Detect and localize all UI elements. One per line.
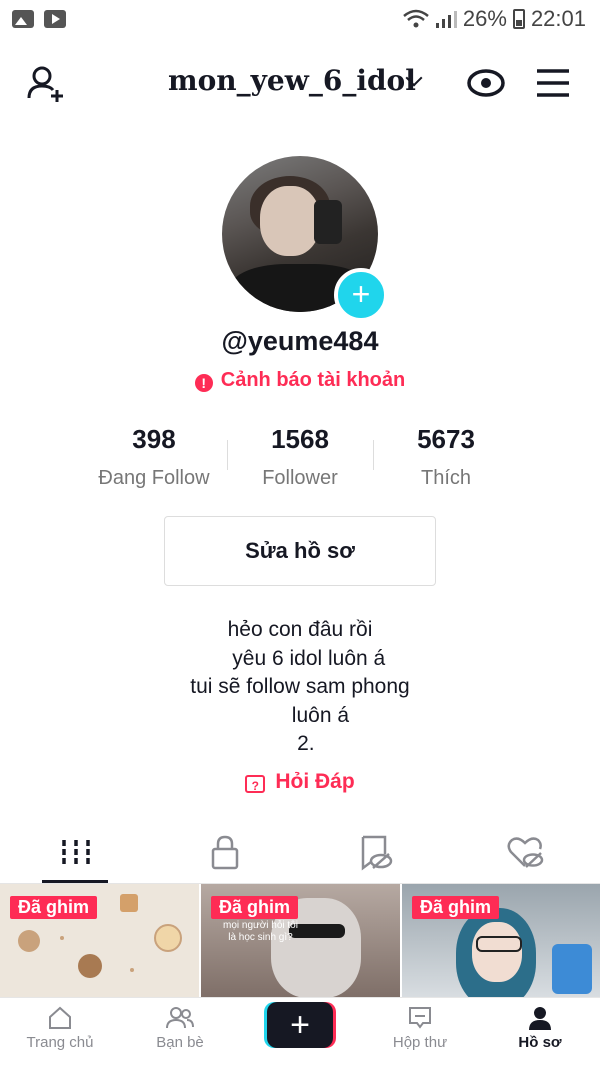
clock: 22:01 bbox=[530, 6, 586, 31]
battery-icon bbox=[512, 9, 525, 29]
bottom-nav: Trang chủ Bạn bè + Hộp thư Hồ sơ bbox=[0, 997, 600, 1068]
nav-inbox-label: Hộp thư bbox=[392, 1034, 448, 1051]
videos-grid-tab-icon[interactable] bbox=[56, 832, 96, 872]
account-warning-link[interactable]: ! Cảnh báo tài khoản bbox=[0, 369, 600, 392]
create-video-button[interactable]: + bbox=[264, 1002, 336, 1048]
signal-icon bbox=[435, 11, 457, 28]
home-icon bbox=[49, 1006, 71, 1029]
qa-link[interactable]: ? Hỏi Đáp bbox=[0, 770, 600, 794]
pinned-badge: Đã ghim bbox=[211, 896, 299, 919]
youtube-notification-icon bbox=[44, 10, 66, 28]
eye-icon[interactable] bbox=[466, 66, 506, 100]
menu-icon[interactable] bbox=[536, 68, 570, 98]
active-tab-indicator bbox=[42, 880, 108, 883]
pinned-badge: Đã ghim bbox=[412, 896, 500, 919]
account-warning-label: Cảnh báo tài khoản bbox=[220, 369, 406, 391]
nav-home-label: Trang chủ bbox=[26, 1034, 94, 1051]
add-friend-icon[interactable] bbox=[26, 64, 68, 104]
qa-label: Hỏi Đáp bbox=[275, 770, 355, 793]
nav-profile[interactable]: Hồ sơ bbox=[480, 1002, 600, 1051]
nav-inbox[interactable]: Hộp thư bbox=[360, 1002, 480, 1051]
hidden-bookmark-icon[interactable] bbox=[355, 832, 395, 872]
hidden-likes-icon[interactable] bbox=[505, 832, 545, 872]
followers-stat[interactable]: 1568 Follower bbox=[220, 424, 380, 490]
likes-label: Thích bbox=[420, 467, 472, 489]
inbox-icon bbox=[409, 1007, 431, 1029]
friends-icon bbox=[166, 1007, 194, 1029]
profile-bio: hẻo con đâu rồi yêu 6 idol luôn á tui sẽ… bbox=[190, 618, 410, 755]
likes-stat[interactable]: 5673 Thích bbox=[366, 424, 526, 490]
header-username: mon_yew_6_idol bbox=[168, 64, 416, 97]
add-avatar-button[interactable]: + bbox=[334, 268, 388, 322]
video-caption: mọi người hỏi tôi là học sinh gì? bbox=[223, 920, 298, 943]
lock-icon[interactable] bbox=[205, 832, 245, 872]
pinned-badge: Đã ghim bbox=[10, 896, 98, 919]
profile-icon bbox=[529, 1007, 551, 1030]
nav-profile-label: Hồ sơ bbox=[518, 1034, 562, 1051]
profile-handle: @yeume484 bbox=[221, 326, 379, 356]
followers-count: 1568 bbox=[271, 424, 329, 454]
following-stat[interactable]: 398 Đang Follow bbox=[74, 424, 234, 490]
question-icon: ? bbox=[245, 775, 266, 793]
followers-label: Follower bbox=[262, 467, 338, 489]
likes-count: 5673 bbox=[417, 424, 475, 454]
following-label: Đang Follow bbox=[98, 467, 210, 489]
nav-friends[interactable]: Bạn bè bbox=[120, 1002, 240, 1051]
video-thumbnail[interactable]: mọi người hỏi tôi là học sinh gì? Đã ghi… bbox=[201, 884, 400, 997]
video-thumbnail[interactable]: Đã ghim bbox=[0, 884, 199, 997]
edit-profile-button[interactable]: Sửa hồ sơ bbox=[164, 516, 436, 586]
plus-icon: + bbox=[267, 1002, 333, 1048]
following-count: 398 bbox=[132, 424, 176, 454]
warning-icon: ! bbox=[194, 374, 213, 392]
account-switcher[interactable]: mon_yew_6_idol bbox=[168, 64, 416, 97]
gallery-notification-icon bbox=[12, 10, 34, 28]
video-thumbnail[interactable]: Đã ghim bbox=[402, 884, 600, 997]
nav-home[interactable]: Trang chủ bbox=[0, 1002, 120, 1051]
battery-percent: 26% bbox=[462, 6, 507, 31]
nav-friends-label: Bạn bè bbox=[156, 1034, 204, 1051]
status-bar: 26% 22:01 bbox=[0, 0, 600, 40]
wifi-icon bbox=[403, 9, 429, 28]
